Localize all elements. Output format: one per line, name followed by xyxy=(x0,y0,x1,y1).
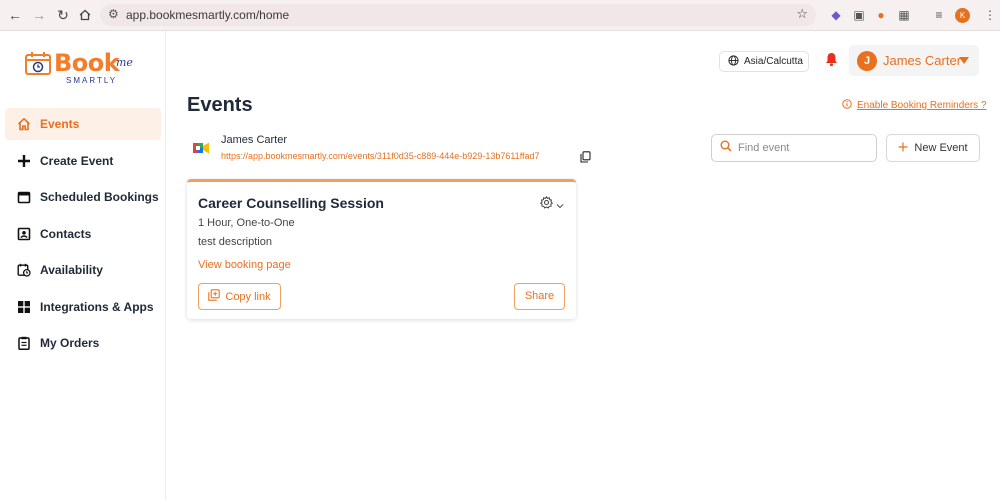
user-menu-button[interactable]: J James Carter xyxy=(849,45,979,76)
plus-icon xyxy=(17,154,31,168)
clipboard-icon xyxy=(17,336,31,350)
user-name: James Carter xyxy=(883,53,962,68)
extension-camera-icon[interactable]: ▣ xyxy=(851,7,867,23)
sidebar-item-scheduled-bookings[interactable]: Scheduled Bookings xyxy=(5,181,161,213)
event-search[interactable] xyxy=(711,134,877,162)
brand-suffix: me xyxy=(116,56,133,69)
search-input[interactable] xyxy=(738,142,868,154)
sidebar-item-contacts[interactable]: Contacts xyxy=(5,218,161,250)
booking-reminders-link[interactable]: Enable Booking Reminders ? xyxy=(842,99,987,112)
event-title: Career Counselling Session xyxy=(198,195,384,211)
event-owner-name: James Carter xyxy=(221,134,288,146)
view-booking-page-link[interactable]: View booking page xyxy=(198,259,291,271)
calendar-icon xyxy=(17,190,31,204)
browser-menu-icon[interactable]: ⋮ xyxy=(982,7,998,23)
sidebar-item-my-orders[interactable]: My Orders xyxy=(5,327,161,359)
bell-icon[interactable] xyxy=(825,52,838,72)
new-event-label: New Event xyxy=(914,142,968,154)
bookmark-star-icon[interactable]: ☆ xyxy=(796,6,808,22)
google-meet-icon xyxy=(188,135,214,166)
timezone-selector[interactable]: Asia/Calcutta xyxy=(719,51,809,72)
sidebar-item-create-event[interactable]: Create Event xyxy=(5,145,161,177)
address-bar[interactable]: ⚙ app.bookmesmartly.com/home ☆ xyxy=(100,4,816,26)
sidebar: Book me SMARTLY Events Create Event Sche… xyxy=(0,31,166,500)
plus-icon xyxy=(898,142,908,155)
sidebar-item-events[interactable]: Events xyxy=(5,108,161,140)
sidebar-item-label: My Orders xyxy=(40,336,100,350)
copy-link-button[interactable]: Copy link xyxy=(198,283,281,310)
event-settings-menu[interactable] xyxy=(539,195,564,214)
extension-flame-icon[interactable]: ● xyxy=(873,7,889,23)
caret-down-icon xyxy=(959,57,969,64)
browser-toolbar: ← → ↻ ⚙ app.bookmesmartly.com/home ☆ ◆ ▣… xyxy=(0,0,1000,31)
search-icon xyxy=(720,139,732,157)
contact-card-icon xyxy=(17,227,31,241)
sidebar-item-label: Events xyxy=(40,117,80,131)
timezone-label: Asia/Calcutta xyxy=(744,56,803,67)
event-description: test description xyxy=(198,236,272,248)
sidebar-item-label: Contacts xyxy=(40,226,92,241)
url-text: app.bookmesmartly.com/home xyxy=(126,8,290,22)
forward-icon[interactable]: → xyxy=(30,6,48,24)
sidebar-nav: Events Create Event Scheduled Bookings C… xyxy=(5,108,161,364)
new-event-button[interactable]: New Event xyxy=(886,134,980,162)
extensions-puzzle-icon[interactable]: ▦ xyxy=(896,7,912,23)
calendar-clock-icon xyxy=(17,263,31,277)
chevron-down-icon xyxy=(556,196,564,214)
copy-link-label: Copy link xyxy=(225,290,271,303)
brand-word: Book xyxy=(54,49,120,77)
booking-reminders-label: Enable Booking Reminders ? xyxy=(857,100,987,111)
event-owner-url[interactable]: https://app.bookmesmartly.com/events/311… xyxy=(221,151,540,161)
event-card: Career Counselling Session 1 Hour, One-t… xyxy=(187,179,576,319)
home-icon xyxy=(17,117,31,131)
brand-logo[interactable]: Book me SMARTLY xyxy=(24,49,150,89)
sidebar-item-label: Scheduled Bookings xyxy=(40,190,159,204)
reading-list-icon[interactable]: ≡ xyxy=(931,7,947,23)
copy-link-icon xyxy=(208,289,221,304)
user-avatar: J xyxy=(857,50,877,71)
info-icon xyxy=(842,99,852,112)
back-icon[interactable]: ← xyxy=(6,6,24,24)
event-meta: 1 Hour, One-to-One xyxy=(198,217,295,229)
page-title: Events xyxy=(187,94,253,116)
browser-profile-avatar[interactable]: K xyxy=(955,8,970,23)
home-icon[interactable] xyxy=(76,6,94,24)
sidebar-item-label: Integrations & Apps xyxy=(40,299,154,314)
brand-tagline: SMARTLY xyxy=(66,76,118,85)
reload-icon[interactable]: ↻ xyxy=(54,6,72,24)
gear-icon xyxy=(539,195,554,214)
grid-icon xyxy=(17,300,31,314)
globe-icon xyxy=(728,54,739,69)
sidebar-item-label: Availability xyxy=(40,263,103,277)
site-settings-icon[interactable]: ⚙ xyxy=(108,7,119,21)
sidebar-item-availability[interactable]: Availability xyxy=(5,254,161,286)
sidebar-item-label: Create Event xyxy=(40,153,114,168)
sidebar-item-integrations-apps[interactable]: Integrations & Apps xyxy=(5,291,161,323)
extension-diamond-icon[interactable]: ◆ xyxy=(828,7,844,23)
copy-url-icon[interactable] xyxy=(580,150,591,168)
calendar-clock-logo-icon xyxy=(25,52,51,75)
share-button[interactable]: Share xyxy=(514,283,565,310)
